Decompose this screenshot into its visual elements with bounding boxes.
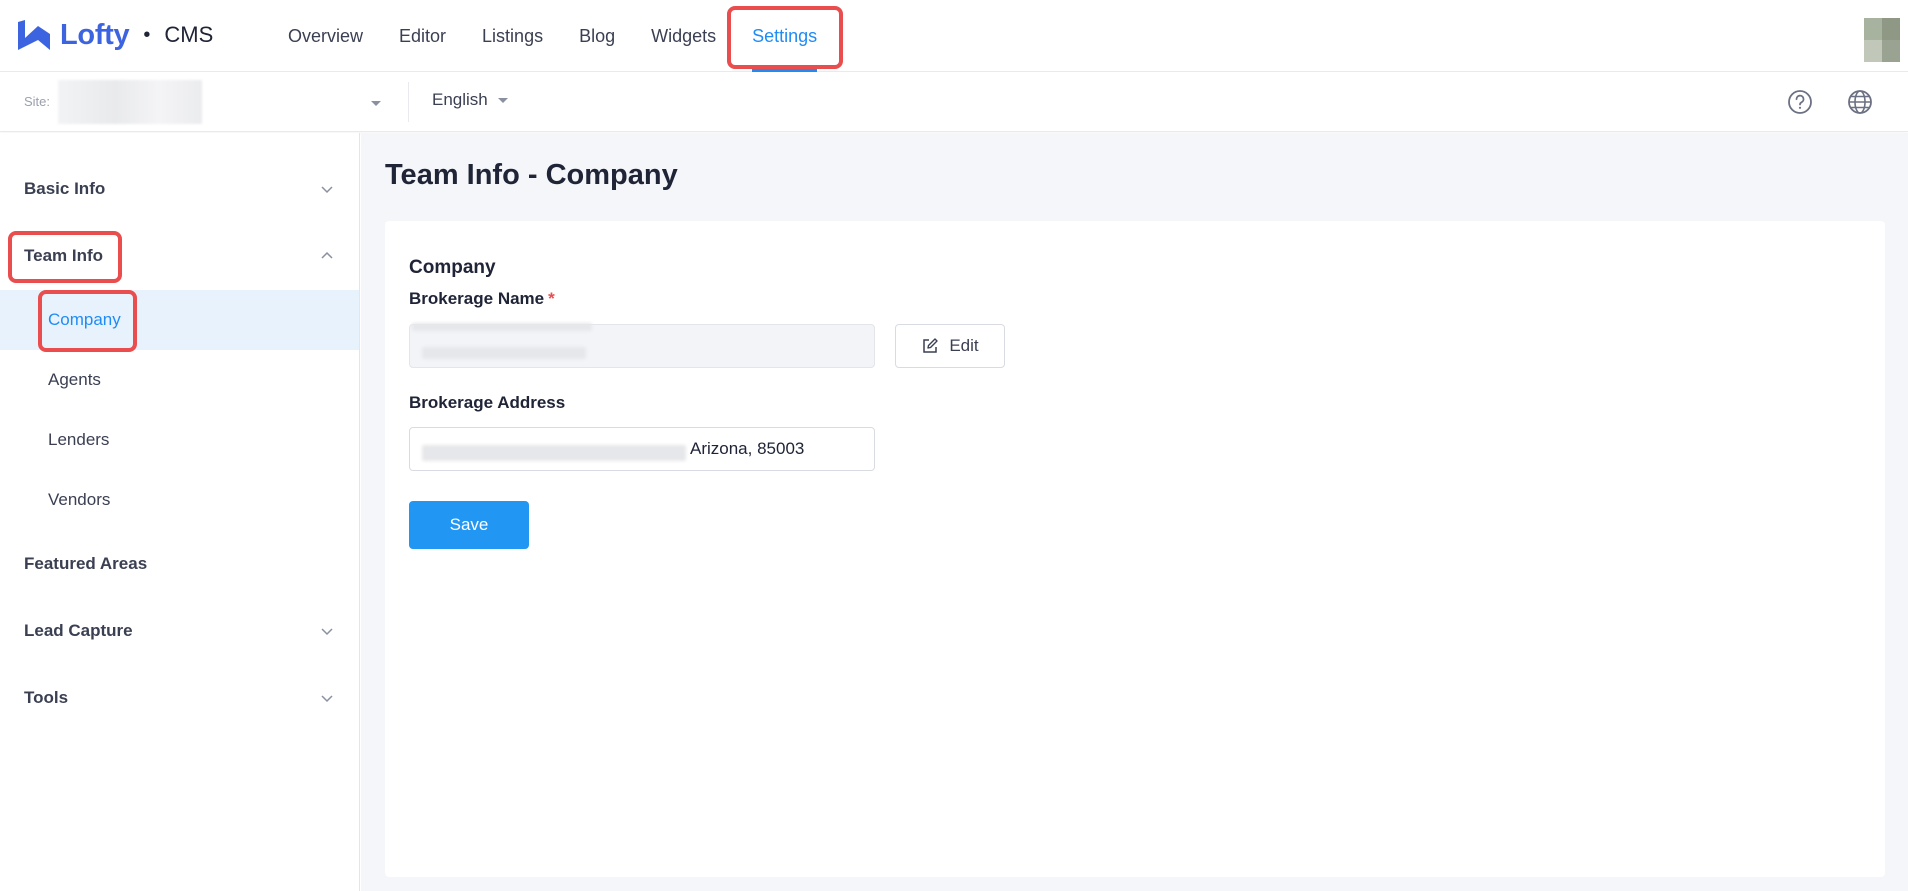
main-nav: Overview Editor Listings Blog Widgets Se…: [270, 0, 835, 72]
lofty-logo-icon: [18, 20, 50, 50]
redacted-text: [412, 323, 592, 331]
edit-button-label: Edit: [949, 336, 979, 355]
sidebar-group-label: Featured Areas: [24, 554, 148, 573]
sidebar-item-company[interactable]: Company: [0, 290, 359, 350]
edit-brokerage-name-button[interactable]: Edit: [895, 324, 1005, 368]
save-button[interactable]: Save: [409, 501, 529, 549]
toolbar-divider: [408, 82, 409, 122]
nav-blog[interactable]: Blog: [561, 0, 633, 72]
user-avatar[interactable]: [1864, 18, 1900, 62]
sidebar-item-vendors[interactable]: Vendors: [0, 470, 359, 530]
brokerage-address-input[interactable]: Arizona, 85003: [409, 427, 875, 471]
required-mark: *: [548, 289, 555, 308]
nav-widgets[interactable]: Widgets: [633, 0, 734, 72]
section-title: Company: [409, 257, 496, 278]
language-caret-icon: [497, 97, 508, 103]
company-form-card: Company Brokerage Name * Edit Brokerage A…: [385, 221, 1885, 877]
chevron-down-icon: [321, 695, 333, 703]
product-name: CMS: [164, 22, 214, 47]
sidebar-group-basic-info[interactable]: Basic Info: [0, 165, 360, 213]
site-dropdown-caret-icon[interactable]: [371, 101, 381, 106]
nav-settings[interactable]: Settings: [734, 0, 835, 72]
chevron-up-icon: [321, 251, 333, 259]
sidebar-group-team-info[interactable]: Team Info: [0, 232, 360, 280]
sidebar-item-lenders[interactable]: Lenders: [0, 410, 359, 470]
language-label: English: [432, 90, 488, 109]
brokerage-address-value: Arizona, 85003: [690, 439, 805, 458]
sidebar-group-label: Lead Capture: [24, 621, 133, 640]
brokerage-name-input[interactable]: [409, 323, 875, 368]
page-title: Team Info - Company: [385, 159, 678, 191]
main-content: Team Info - Company Company Brokerage Na…: [361, 133, 1908, 891]
brand-name: Lofty: [60, 18, 130, 51]
redacted-text: [422, 347, 586, 359]
sidebar-group-tools[interactable]: Tools: [0, 674, 360, 722]
site-toolbar: Site: English: [0, 72, 1908, 132]
chevron-down-icon: [321, 628, 333, 636]
sidebar-group-featured-areas[interactable]: Featured Areas: [0, 540, 360, 588]
language-selector[interactable]: English: [432, 90, 508, 110]
brokerage-address-label: Brokerage Address: [409, 393, 566, 412]
brokerage-name-label: Brokerage Name *: [409, 289, 555, 309]
help-circle-icon[interactable]: [1785, 87, 1815, 117]
nav-listings[interactable]: Listings: [464, 0, 561, 72]
sidebar-group-lead-capture[interactable]: Lead Capture: [0, 607, 360, 655]
sidebar-group-label: Basic Info: [24, 179, 106, 198]
brand-separator: •: [143, 23, 151, 46]
nav-overview[interactable]: Overview: [270, 0, 381, 72]
brokerage-name-label-text: Brokerage Name: [409, 289, 545, 308]
sidebar-item-agents[interactable]: Agents: [0, 350, 359, 410]
edit-icon: [923, 338, 939, 353]
top-navigation-bar: Lofty • CMS Overview Editor Listings Blo…: [0, 0, 1908, 72]
settings-sidebar: Basic Info Team Info Company Agents Lend…: [0, 133, 360, 891]
sidebar-group-label: Team Info: [24, 246, 104, 265]
redacted-text: [422, 445, 686, 461]
site-selector-value[interactable]: [58, 80, 202, 124]
brand-logo[interactable]: Lofty • CMS: [16, 14, 213, 56]
sidebar-group-label: Tools: [24, 688, 69, 707]
nav-editor[interactable]: Editor: [381, 0, 464, 72]
site-label: Site:: [24, 94, 51, 109]
chevron-down-icon: [321, 186, 333, 194]
globe-icon[interactable]: [1845, 87, 1875, 117]
